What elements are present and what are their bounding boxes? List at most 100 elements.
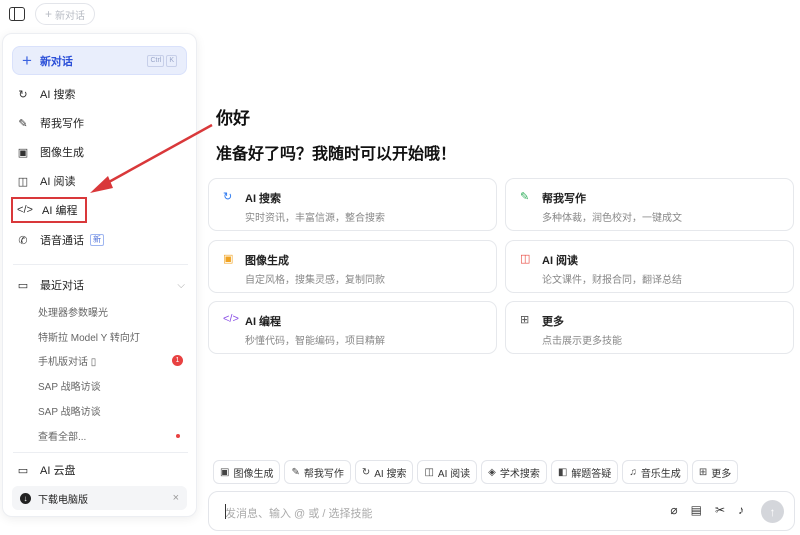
download-desktop-banner[interactable]: ↓ 下载电脑版 × xyxy=(12,486,187,510)
message-composer[interactable]: 发消息、输入 @ 或 / 选择技能 ⌀ ▤ ✂ ♪ ↑ xyxy=(208,491,795,531)
top-new-chat-button[interactable]: + 新对话 xyxy=(35,3,96,25)
chip-ai-reading[interactable]: ◫ AI 阅读 xyxy=(417,460,478,484)
magic-pen-icon: ✎ xyxy=(291,466,300,478)
book-icon: ◫ xyxy=(520,253,531,265)
chip-label: AI 阅读 xyxy=(437,468,471,480)
chip-label: AI 搜索 xyxy=(374,468,407,480)
skill-card-desc: 多种体裁，润色校对，一键成文 xyxy=(542,213,682,224)
greeting-subtitle: 准备好了吗？我随时可以开始哦！ xyxy=(216,146,457,163)
skill-card-image-gen[interactable]: ▣ 图像生成 自定风格，搜集灵感，复制同款 xyxy=(208,240,497,293)
image-icon: ▣ xyxy=(223,253,234,265)
skill-card-desc: 论文课件，财报合同，翻译总结 xyxy=(542,275,682,286)
microphone-icon[interactable]: ♪ xyxy=(738,503,744,517)
sidebar-divider xyxy=(13,264,188,265)
recent-chat-label: 特斯拉 Model Y 转向灯 xyxy=(38,333,140,344)
sidebar-item-label: 帮我写作 xyxy=(40,118,84,130)
sidebar-item-ai-search[interactable]: ↻ AI 搜索 xyxy=(15,83,75,105)
recent-chat-label: SAP 战略访谈 xyxy=(38,407,101,418)
skill-card-ai-coding[interactable]: </> AI 编程 秒懂代码，智能编码，项目精解 xyxy=(208,301,497,354)
sidebar-divider xyxy=(13,452,188,453)
scissors-icon[interactable]: ✂ xyxy=(715,503,725,517)
grid-icon: ⊞ xyxy=(520,314,530,326)
sidebar-item-label: 图像生成 xyxy=(40,147,84,159)
skill-card-title: AI 编程 xyxy=(245,316,282,328)
chip-label: 图像生成 xyxy=(233,468,274,480)
search-refresh-icon: ↻ xyxy=(18,88,28,101)
skill-card-ai-search[interactable]: ↻ AI 搜索 实时资讯，丰富信源，整合搜索 xyxy=(208,178,497,231)
recent-chat-label: 手机版对话 ▯ xyxy=(38,357,97,368)
search-refresh-icon: ↻ xyxy=(223,191,233,203)
skill-card-title: 图像生成 xyxy=(245,255,289,267)
composer-tools: ⌀ ▤ ✂ ♪ xyxy=(670,503,744,517)
chip-label: 学术搜索 xyxy=(499,468,540,480)
code-icon: </> xyxy=(17,204,33,216)
chip-label: 音乐生成 xyxy=(640,468,681,480)
chip-ai-search[interactable]: ↻ AI 搜索 xyxy=(354,460,414,484)
recent-chats-header[interactable]: ▭ 最近对话 ⌵ xyxy=(15,274,185,296)
skill-card-more[interactable]: ⊞ 更多 点击展示更多技能 xyxy=(505,301,794,354)
plus-icon: + xyxy=(22,51,32,70)
sidebar-item-voice-call[interactable]: ✆ 语音通话 新 xyxy=(15,229,104,251)
chip-image-gen[interactable]: ▣ 图像生成 xyxy=(213,460,281,484)
composer-placeholder: 发消息、输入 @ 或 / 选择技能 xyxy=(225,508,373,520)
image-upload-icon[interactable]: ▤ xyxy=(691,503,702,517)
greeting: 你好 xyxy=(216,109,250,128)
unread-count-badge: 1 xyxy=(172,355,183,366)
chip-label: 解题答疑 xyxy=(571,468,612,480)
chip-academic-search[interactable]: ◈ 学术搜索 xyxy=(481,460,547,484)
phone-icon: ✆ xyxy=(18,234,28,247)
skill-card-desc: 实时资讯，丰富信源，整合搜索 xyxy=(245,213,385,224)
recent-chat-label: SAP 战略访谈 xyxy=(38,382,101,393)
recent-chat-item[interactable]: SAP 战略访谈 xyxy=(38,378,188,393)
skill-chips-row: ▣ 图像生成 ✎ 帮我写作 ↻ AI 搜索 ◫ AI 阅读 ◈ 学术搜索 ◧ 解题答疑 ♫ 音… xyxy=(213,460,739,484)
skill-card-desc: 秒懂代码，智能编码，项目精解 xyxy=(245,336,385,347)
sidebar-item-image-gen[interactable]: ▣ 图像生成 xyxy=(15,141,84,163)
sidebar-item-label: 语音通话 xyxy=(40,235,84,247)
skill-card-title: 帮我写作 xyxy=(542,193,586,205)
shortcut-hint: Ctrl K xyxy=(147,54,177,67)
book-icon: ◫ xyxy=(424,466,434,478)
skill-card-writing[interactable]: ✎ 帮我写作 多种体裁，润色校对，一键成文 xyxy=(505,178,794,231)
new-chat-button[interactable]: + 新对话 Ctrl K xyxy=(12,46,187,75)
chip-more[interactable]: ⊞ 更多 xyxy=(691,460,739,484)
text-caret xyxy=(225,504,226,519)
shortcut-key-k: K xyxy=(166,54,177,67)
recent-chats-title: 最近对话 xyxy=(40,280,84,292)
search-refresh-icon: ↻ xyxy=(361,466,371,478)
sidebar-item-writing[interactable]: ✎ 帮我写作 xyxy=(15,112,84,134)
unread-dot xyxy=(176,433,180,438)
sidebar-item-label: AI 编程 xyxy=(42,205,78,217)
recent-chat-item[interactable]: 处理器参数曝光 xyxy=(38,304,188,319)
skill-card-desc: 点击展示更多技能 xyxy=(542,336,622,347)
skill-card-title: AI 搜索 xyxy=(245,193,282,205)
question-icon: ◧ xyxy=(557,466,568,478)
music-icon: ♫ xyxy=(629,466,637,478)
close-icon[interactable]: × xyxy=(173,492,179,504)
recent-chat-item[interactable]: 手机版对话 ▯ 1 xyxy=(38,353,188,368)
recent-chat-item[interactable]: SAP 战略访谈 xyxy=(38,403,188,418)
chip-problem-solving[interactable]: ◧ 解题答疑 xyxy=(550,460,619,484)
shortcut-key-ctrl: Ctrl xyxy=(147,54,165,67)
attachment-icon[interactable]: ⌀ xyxy=(670,503,677,517)
send-button[interactable]: ↑ xyxy=(761,500,784,523)
skill-card-title: 更多 xyxy=(542,316,564,328)
new-chat-label: 新对话 xyxy=(39,55,73,68)
sidebar-item-ai-cloud[interactable]: ▭ AI 云盘 xyxy=(15,462,76,478)
download-label: 下载电脑版 xyxy=(38,494,88,506)
sidebar-item-ai-reading[interactable]: ◫ AI 阅读 xyxy=(15,170,76,192)
magic-pen-icon: ✎ xyxy=(18,117,28,130)
magic-pen-icon: ✎ xyxy=(520,191,530,203)
chip-music-gen[interactable]: ♫ 音乐生成 xyxy=(622,460,688,484)
download-icon: ↓ xyxy=(20,492,31,504)
chevron-down-icon[interactable]: ⌵ xyxy=(177,280,185,291)
cloud-drive-icon: ▭ xyxy=(17,464,29,477)
view-all-chats-link[interactable]: 查看全部... xyxy=(38,428,188,443)
recent-chat-item[interactable]: 特斯拉 Model Y 转向灯 xyxy=(38,329,188,344)
skill-card-ai-reading[interactable]: ◫ AI 阅读 论文课件，财报合同，翻译总结 xyxy=(505,240,794,293)
skill-card-desc: 自定风格，搜集灵感，复制同款 xyxy=(245,275,385,286)
sidebar-item-ai-coding[interactable]: </> AI 编程 xyxy=(10,197,88,223)
sidebar-toggle-icon[interactable] xyxy=(9,7,25,21)
sidebar: + 新对话 Ctrl K ↻ AI 搜索 ✎ 帮我写作 ▣ 图像生成 ◫ AI … xyxy=(2,33,197,517)
image-icon: ▣ xyxy=(220,466,230,478)
chip-writing[interactable]: ✎ 帮我写作 xyxy=(284,460,351,484)
